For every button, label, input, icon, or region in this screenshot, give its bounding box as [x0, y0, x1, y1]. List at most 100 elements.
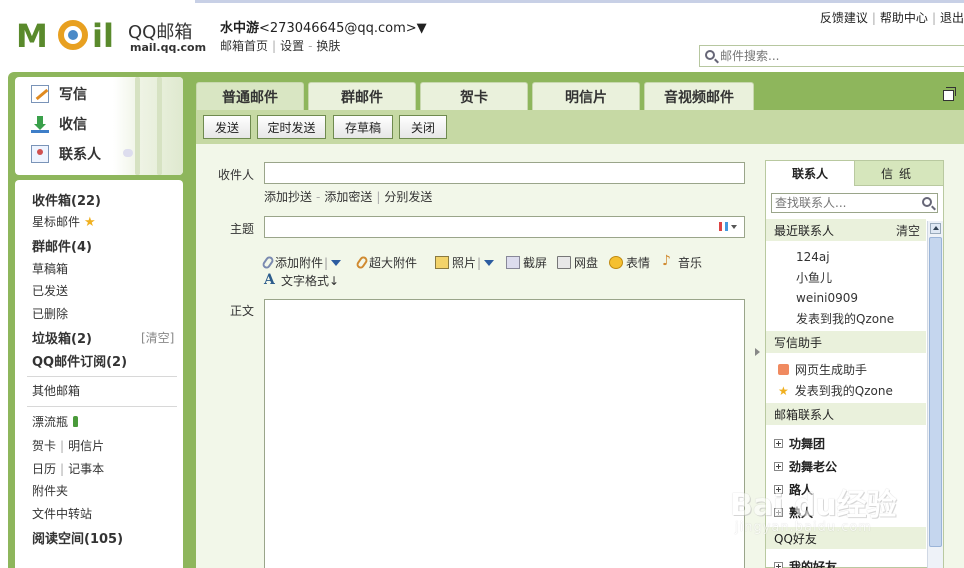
contact-group[interactable]: 劲舞老公	[774, 458, 837, 475]
scroll-up-icon[interactable]	[930, 223, 941, 234]
expand-plus-icon[interactable]	[774, 439, 783, 448]
writing-helper-header: 写信助手	[766, 331, 926, 353]
calendar-link[interactable]: 日历	[32, 462, 56, 476]
folder-other-mailbox[interactable]: 其他邮箱	[32, 382, 80, 399]
add-attachment-button[interactable]: 添加附件 |	[260, 254, 345, 271]
popout-window-icon[interactable]	[943, 87, 956, 101]
mail-search-input[interactable]	[720, 48, 960, 64]
send-button[interactable]: 发送	[203, 115, 251, 139]
recent-contact[interactable]: weini0909	[796, 291, 858, 305]
music-icon	[661, 253, 675, 269]
card-link[interactable]: 贺卡	[32, 439, 56, 453]
folder-starred[interactable]: 星标邮件 ★	[32, 213, 96, 230]
folder-inbox[interactable]: 收件箱(22)	[32, 190, 101, 209]
screenshot-button[interactable]: 截屏	[506, 254, 547, 271]
subject-style-dropdown-icon[interactable]	[719, 222, 737, 231]
attachments-link[interactable]: 附件夹	[32, 482, 68, 499]
netdisk-label: 网盘	[574, 256, 599, 270]
contact-search-box[interactable]	[771, 193, 938, 213]
separate-send-link[interactable]: 分别发送	[384, 190, 432, 204]
tab-greeting-card[interactable]: 贺卡	[420, 82, 528, 110]
close-button[interactable]: 关闭	[399, 115, 447, 139]
write-label: 写信	[59, 87, 87, 103]
attachment-dropdown-icon[interactable]	[331, 259, 342, 266]
save-draft-button[interactable]: 存草稿	[333, 115, 393, 139]
emoji-button[interactable]: 表情	[609, 254, 650, 271]
receive-button[interactable]: 收信	[31, 113, 87, 135]
star-icon: ★	[84, 215, 96, 230]
mailbox-contacts-header: 邮箱联系人	[766, 403, 926, 425]
feedback-link[interactable]: 反馈建议	[820, 11, 868, 25]
folder-subscription[interactable]: QQ邮件订阅(2)	[32, 351, 127, 370]
qqmail-logo[interactable]: M il QQ邮箱 mail.qq.com	[16, 16, 206, 56]
drift-bottle-label: 漂流瓶	[32, 415, 69, 429]
mailbox-home-link[interactable]: 邮箱首页	[220, 39, 268, 53]
text-format-button[interactable]: 文字格式↓	[264, 272, 339, 289]
folder-group[interactable]: 群邮件(4)	[32, 236, 92, 255]
expand-plus-icon[interactable]	[774, 462, 783, 471]
header: M il QQ邮箱 mail.qq.com 水中游<273046645@qq.c…	[0, 0, 964, 72]
photo-dropdown-icon[interactable]	[484, 259, 495, 266]
recipient-options: 添加抄送 - 添加密送 | 分别发送	[264, 190, 433, 204]
settings-link[interactable]: 设置	[280, 39, 304, 53]
help-link[interactable]: 帮助中心	[880, 11, 928, 25]
tab-group-mail[interactable]: 群邮件	[308, 82, 416, 110]
search-icon[interactable]	[705, 50, 715, 60]
card-postcard-row: 贺卡 | 明信片	[32, 439, 105, 453]
folder-sent[interactable]: 已发送	[32, 282, 68, 299]
subject-input[interactable]	[265, 217, 744, 237]
divider	[27, 406, 177, 407]
contacts-button[interactable]: 联系人	[31, 143, 101, 165]
header-top-line	[195, 0, 964, 3]
spam-clear-link[interactable]: [清空]	[141, 329, 174, 346]
notes-link[interactable]: 记事本	[68, 462, 104, 476]
recent-clear-link[interactable]: 清空	[896, 222, 920, 239]
recent-contact[interactable]: 发表到我的Qzone	[796, 310, 894, 327]
user-menu: 邮箱首页 | 设置 - 换肤	[220, 39, 341, 53]
expand-panel-arrow-icon[interactable]	[755, 348, 760, 356]
subject-label: 主题	[230, 222, 255, 236]
big-attachment-label: 超大附件	[369, 256, 418, 270]
folder-deleted[interactable]: 已删除	[32, 305, 68, 322]
tab-contacts[interactable]: 联系人	[766, 161, 855, 186]
folder-spam[interactable]: 垃圾箱(2)	[32, 328, 92, 347]
file-transfer-link[interactable]: 文件中转站	[32, 505, 92, 522]
tab-av-mail[interactable]: 音视频邮件	[644, 82, 754, 110]
star-icon: ★	[778, 383, 789, 398]
reading-space-link[interactable]: 阅读空间(105)	[32, 528, 123, 547]
account-dropdown-icon[interactable]: ▼	[417, 21, 427, 36]
photo-button[interactable]: 照片 |	[435, 254, 498, 271]
user-account[interactable]: 水中游<273046645@qq.com>▼	[220, 17, 427, 36]
netdisk-button[interactable]: 网盘	[557, 254, 598, 271]
change-skin-link[interactable]: 换肤	[316, 39, 340, 53]
search-icon[interactable]	[922, 197, 932, 207]
web-generator-helper[interactable]: 网页生成助手	[778, 361, 867, 378]
to-input[interactable]	[265, 163, 744, 183]
body-editor[interactable]	[264, 299, 745, 568]
qzone-helper[interactable]: ★ 发表到我的Qzone	[778, 382, 893, 399]
contact-group[interactable]: 功舞团	[774, 435, 825, 452]
folder-drafts[interactable]: 草稿箱	[32, 260, 68, 277]
add-cc-link[interactable]: 添加抄送	[264, 190, 312, 204]
body-textarea[interactable]	[265, 300, 744, 568]
logout-link[interactable]: 退出	[940, 11, 964, 25]
contact-search-input[interactable]	[772, 194, 912, 212]
music-button[interactable]: 音乐	[661, 253, 702, 271]
tab-normal-mail[interactable]: 普通邮件	[196, 82, 304, 110]
postcard-link[interactable]: 明信片	[68, 439, 104, 453]
user-email: <273046645@qq.com>	[259, 21, 417, 36]
add-bcc-link[interactable]: 添加密送	[324, 190, 372, 204]
text-format-label: 文字格式↓	[281, 274, 340, 288]
drift-bottle-link[interactable]: 漂流瓶	[32, 413, 79, 430]
recent-contact[interactable]: 124aj	[796, 250, 830, 264]
write-button[interactable]: 写信	[31, 83, 87, 105]
subject-field[interactable]	[264, 216, 745, 238]
baidu-watermark: Bai du经验 jingyan.baidu.com	[730, 478, 960, 568]
tab-postcard[interactable]: 明信片	[532, 82, 640, 110]
big-attachment-button[interactable]: 超大附件	[354, 254, 418, 271]
tab-stationery[interactable]: 信纸	[855, 161, 943, 186]
to-field[interactable]	[264, 162, 745, 184]
mail-search-box[interactable]	[699, 45, 964, 67]
recent-contact[interactable]: 小鱼儿	[796, 269, 832, 286]
scheduled-send-button[interactable]: 定时发送	[257, 115, 326, 139]
